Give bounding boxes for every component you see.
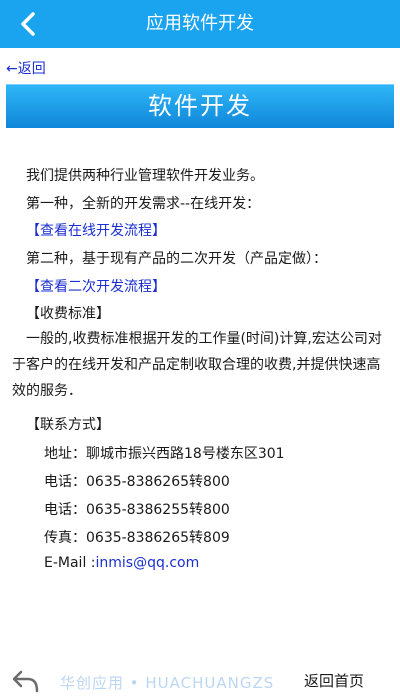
section-banner: 软件开发 [6, 84, 394, 128]
option-one-text: 第一种，全新的开发需求--在线开发： [26, 196, 261, 212]
undo-button[interactable] [12, 668, 40, 694]
option-two-text: 第二种，基于现有产品的二次开发（产品定做）： [26, 251, 327, 267]
contact-phone-2: 电话：0635-8386255转800 [44, 502, 230, 518]
contact-phone-1: 电话：0635-8386265转800 [44, 474, 230, 490]
bottom-bar: 华创应用 • HUACHUANGZS 返回首页 [0, 662, 400, 700]
contact-fax: 传真：0635-8386265转809 [44, 530, 230, 546]
fee-heading: 【收费标准】 [26, 306, 110, 322]
contact-email: E-Mail :inmis@qq.com [44, 555, 199, 571]
online-dev-process-link[interactable]: 【查看在线开发流程】 [26, 220, 166, 240]
email-link[interactable]: inmis@qq.com [96, 555, 200, 571]
watermark-text: 华创应用 • HUACHUANGZS [60, 674, 275, 692]
top-app-bar: 应用软件开发 [0, 0, 400, 48]
page-title: 应用软件开发 [146, 13, 254, 34]
contact-heading: 【联系方式】 [26, 417, 110, 433]
secondary-dev-process-link[interactable]: 【查看二次开发流程】 [26, 276, 166, 296]
fee-description: 一般的,收费标准根据开发的工作量(时间)计算,宏达公司对于客户的在线开发和产品定… [12, 331, 382, 399]
back-link[interactable]: ←返回 [6, 58, 46, 78]
intro-text: 我们提供两种行业管理软件开发业务。 [26, 168, 264, 184]
email-label: E-Mail : [44, 555, 96, 571]
contact-address: 地址：聊城市振兴西路18号楼东区301 [44, 446, 285, 462]
undo-arrow-icon [12, 670, 39, 693]
home-link[interactable]: 返回首页 [304, 670, 364, 691]
banner-title: 软件开发 [148, 92, 252, 120]
